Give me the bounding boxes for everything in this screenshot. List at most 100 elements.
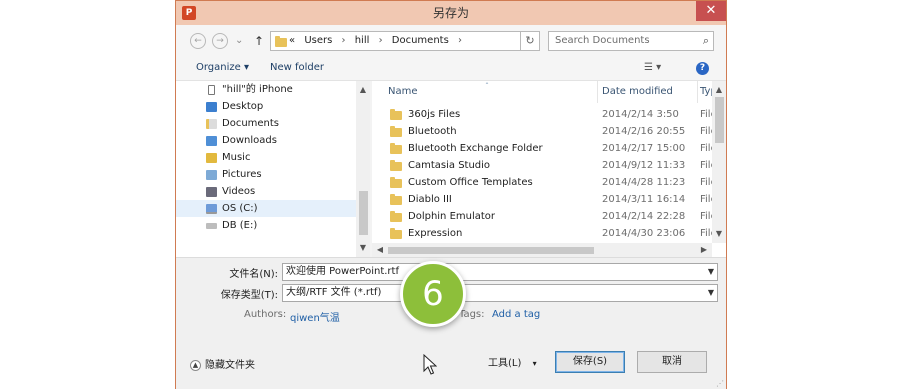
nav-item-db-drive[interactable]: DB (E:) (176, 217, 356, 234)
file-type: File (700, 177, 712, 188)
view-options-icon[interactable]: ☰ ▾ (644, 57, 661, 79)
file-row[interactable]: Bluetooth Exchange Folder 2014/2/17 15:0… (372, 140, 712, 157)
file-name: Camtasia Studio (408, 160, 491, 171)
search-input[interactable]: Search Documents ⌕ (548, 31, 714, 51)
nav-item-desktop[interactable]: Desktop (176, 98, 356, 115)
file-list-vertical-scrollbar[interactable]: ▲ ▼ (712, 81, 726, 243)
file-row[interactable]: Bluetooth 2014/2/16 20:55 File (372, 123, 712, 140)
authors-value[interactable]: qiwen气温 (290, 309, 340, 324)
breadcrumb-separator[interactable]: › (379, 35, 383, 46)
chevron-up-icon[interactable]: ▲ (712, 83, 726, 97)
breadcrumb-overflow[interactable]: « (289, 35, 295, 46)
chevron-down-icon[interactable]: ▼ (712, 227, 726, 241)
chevron-left-icon[interactable]: ◀ (374, 243, 386, 257)
nav-item-videos[interactable]: Videos (176, 183, 356, 200)
filetype-value: 大纲/RTF 文件 (*.rtf) (286, 287, 382, 298)
address-bar[interactable]: « Users › hill › Documents › ⌄ (270, 31, 540, 51)
column-header-date[interactable]: Date modified (598, 81, 698, 103)
file-list: ˆ Name Date modified Typ 360js Files 201… (372, 81, 726, 257)
chevron-down-icon[interactable]: ▼ (708, 285, 714, 301)
add-tag-link[interactable]: Add a tag (492, 309, 540, 320)
hide-folders-button[interactable]: ▲ 隐藏文件夹 (190, 358, 255, 374)
nav-item-downloads[interactable]: Downloads (176, 132, 356, 149)
file-date: 2014/9/12 11:33 (602, 160, 686, 171)
new-folder-button[interactable]: New folder (270, 57, 324, 79)
file-type: File (700, 109, 712, 120)
save-as-dialog: P 另存为 ✕ ← → ⌄ ↑ « Users › hill › Documen… (175, 0, 727, 389)
nav-item-label: "hill"的 iPhone (222, 84, 293, 95)
file-row[interactable]: Diablo III 2014/3/11 16:14 File (372, 191, 712, 208)
breadcrumb-documents[interactable]: Documents (392, 35, 449, 46)
nav-item-label: Downloads (222, 135, 277, 146)
command-bar: Organize ▾ New folder ☰ ▾ ? (176, 57, 726, 81)
chevron-down-icon[interactable]: ▼ (708, 264, 714, 280)
file-row[interactable]: Dolphin Emulator 2014/2/14 22:28 File (372, 208, 712, 225)
step-number-badge: 6 (400, 261, 466, 327)
file-name: 360js Files (408, 109, 461, 120)
chevron-down-icon: ▾ (532, 359, 537, 368)
navigation-pane: "hill"的 iPhone Desktop Documents Downloa… (176, 81, 370, 257)
videos-icon (206, 187, 217, 197)
save-button[interactable]: 保存(S) (555, 351, 625, 373)
search-icon[interactable]: ⌕ (703, 32, 709, 50)
documents-icon (206, 119, 217, 129)
column-label: Name (388, 86, 418, 97)
file-name: Expression (408, 228, 463, 239)
breadcrumb-hill[interactable]: hill (355, 35, 370, 46)
search-placeholder: Search Documents (555, 35, 650, 46)
folder-icon (390, 177, 402, 188)
nav-item-pictures[interactable]: Pictures (176, 166, 356, 183)
chevron-up-icon[interactable]: ▲ (356, 83, 370, 97)
back-arrow-icon[interactable]: ← (190, 33, 206, 49)
breadcrumb: « Users › hill › Documents › (289, 32, 468, 50)
refresh-icon[interactable]: ↻ (520, 31, 540, 51)
filetype-select[interactable]: 大纲/RTF 文件 (*.rtf) ▼ (282, 284, 718, 302)
windows-drive-icon (206, 204, 217, 214)
nav-item-music[interactable]: Music (176, 149, 356, 166)
file-type: File (700, 126, 712, 137)
chevron-down-icon[interactable]: ▼ (356, 241, 370, 255)
file-list-horizontal-scrollbar[interactable]: ◀ ▶ (372, 243, 712, 257)
file-row[interactable]: Custom Office Templates 2014/4/28 11:23 … (372, 174, 712, 191)
file-date: 2014/2/17 15:00 (602, 143, 686, 154)
help-icon[interactable]: ? (696, 62, 709, 75)
nav-item-iphone[interactable]: "hill"的 iPhone (176, 81, 356, 98)
up-arrow-icon[interactable]: ↑ (254, 33, 264, 49)
nav-item-os-drive[interactable]: OS (C:) (176, 200, 356, 217)
recent-locations-icon[interactable]: ⌄ (235, 33, 243, 49)
breadcrumb-users[interactable]: Users (304, 35, 332, 46)
nav-item-documents[interactable]: Documents (176, 115, 356, 132)
resize-grip-icon[interactable]: ⋰ (716, 380, 724, 388)
nav-scrollbar[interactable]: ▲ ▼ (356, 81, 370, 257)
authors-label: Authors: (244, 309, 287, 320)
chevron-up-icon: ▲ (190, 359, 201, 371)
breadcrumb-separator[interactable]: › (342, 35, 346, 46)
tools-menu[interactable]: 工具(L) ▾ (488, 354, 546, 374)
file-name: Custom Office Templates (408, 177, 533, 188)
chevron-right-icon[interactable]: ▶ (698, 243, 710, 257)
breadcrumb-separator[interactable]: › (458, 35, 462, 46)
forward-arrow-icon[interactable]: → (212, 33, 228, 49)
folder-icon (390, 194, 402, 205)
file-name: Bluetooth (408, 126, 457, 137)
title-bar[interactable]: P 另存为 ✕ (176, 1, 726, 25)
file-row[interactable]: Camtasia Studio 2014/9/12 11:33 File (372, 157, 712, 174)
file-row[interactable]: Expression 2014/4/30 23:06 File (372, 225, 712, 242)
address-row: ← → ⌄ ↑ « Users › hill › Documents › ⌄ ↻… (176, 25, 726, 57)
cancel-button[interactable]: 取消 (637, 351, 707, 373)
filename-field[interactable]: 欢迎使用 PowerPoint.rtf ▼ (282, 263, 718, 281)
organize-menu[interactable]: Organize ▾ (196, 57, 249, 79)
dialog-title: 另存为 (432, 6, 469, 20)
close-button[interactable]: ✕ (696, 1, 726, 21)
folder-icon (390, 211, 402, 222)
nav-item-label: Videos (222, 186, 256, 197)
drive-icon (206, 223, 217, 229)
column-header-type[interactable]: Typ (698, 81, 712, 103)
nav-item-label: Pictures (222, 169, 262, 180)
scrollbar-thumb[interactable] (715, 97, 724, 143)
scrollbar-thumb[interactable] (388, 247, 594, 254)
folder-icon (390, 228, 402, 239)
column-header-name[interactable]: ˆ Name (372, 81, 598, 103)
file-row[interactable]: 360js Files 2014/2/14 3:50 File (372, 106, 712, 123)
scrollbar-thumb[interactable] (359, 191, 368, 235)
